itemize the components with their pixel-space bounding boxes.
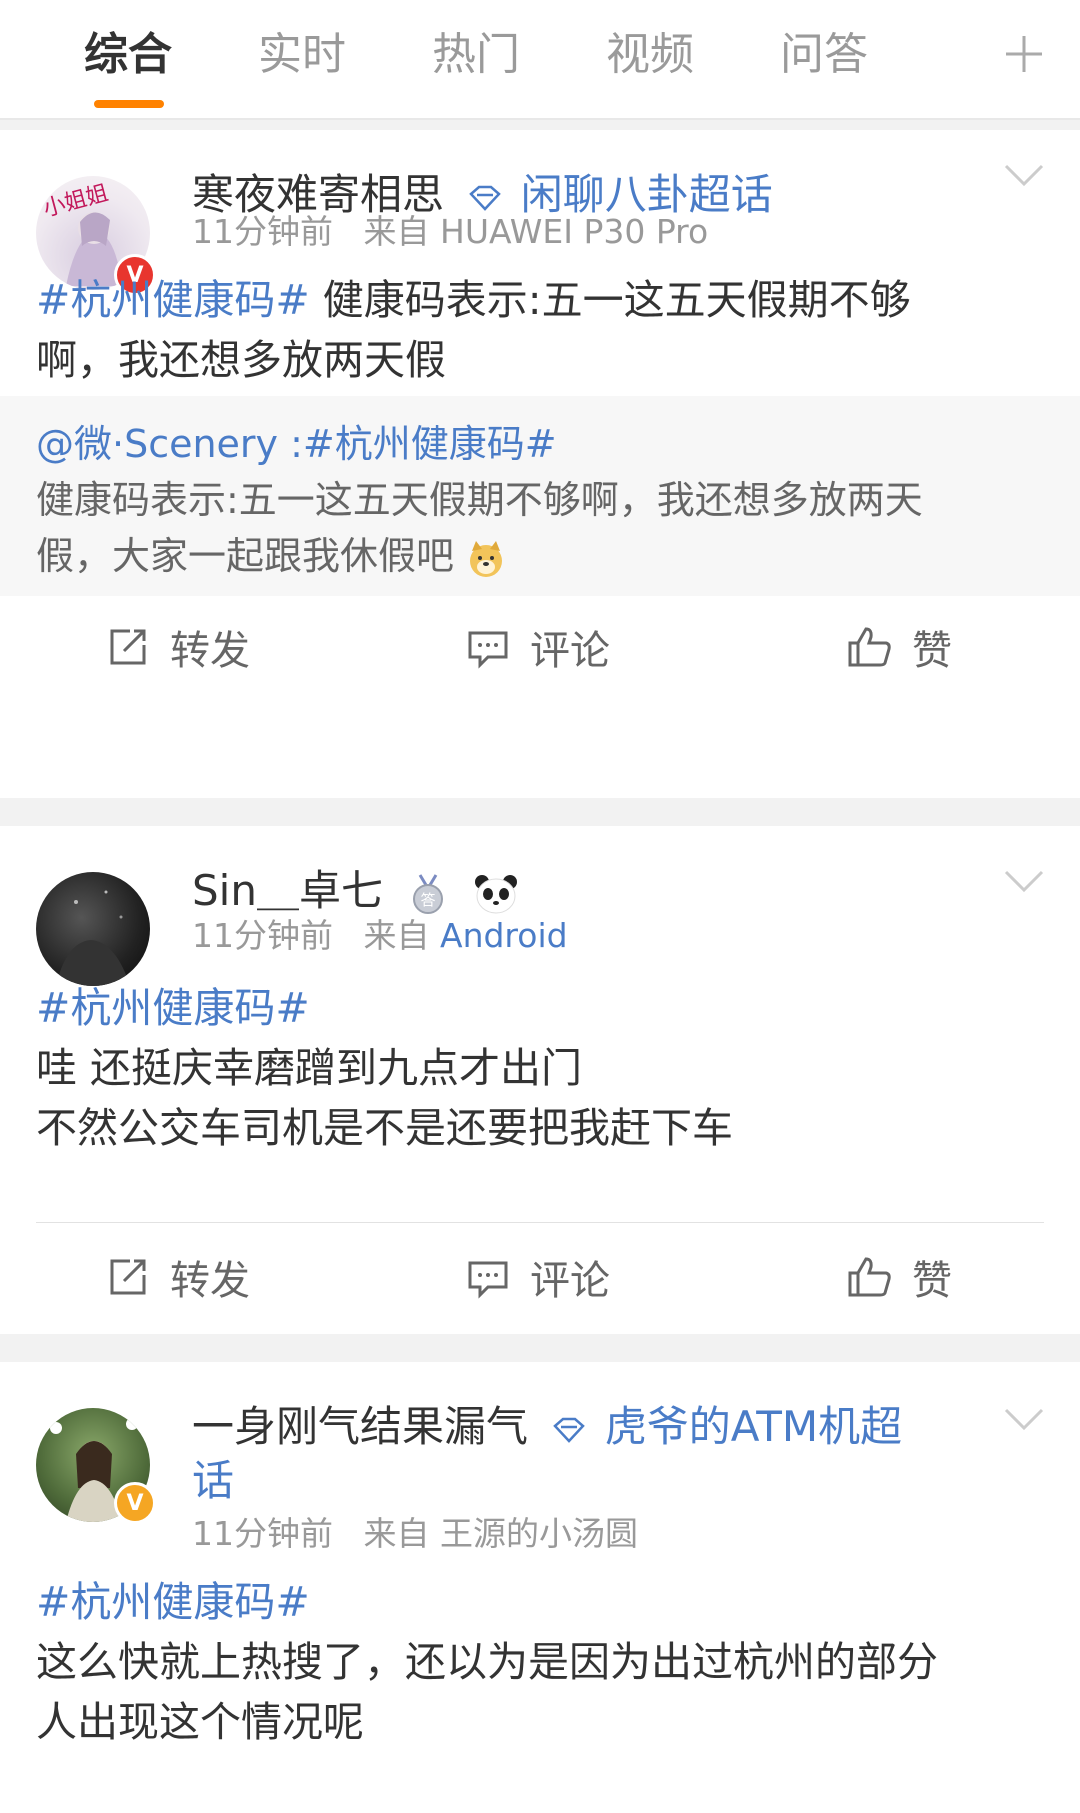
svg-text:答: 答 <box>421 891 436 909</box>
comment-icon <box>468 631 508 669</box>
answer-medal-icon: 答 <box>413 873 444 914</box>
chevron-down-icon[interactable] <box>1004 160 1044 190</box>
tab-comprehensive[interactable]: 综合 <box>84 28 172 82</box>
quote-text-line: 假，大家一起跟我休假吧 <box>36 534 455 578</box>
post-body: #杭州健康码# 这么快就上热搜了，还以为是因为出过杭州的部分 人出现这个情况呢 <box>36 1572 1046 1752</box>
hashtag-link[interactable]: #杭州健康码# <box>36 276 310 324</box>
hashtag-link[interactable]: #杭州健康码# <box>36 1572 1046 1632</box>
post-author-line: 一身刚气结果漏气 虎爷的ATM机超 话 <box>192 1400 972 1508</box>
comment-button[interactable]: 评论 <box>466 1252 610 1304</box>
chevron-down-icon[interactable] <box>1004 1404 1044 1434</box>
doge-emoji-icon <box>470 540 503 577</box>
comment-button[interactable]: 评论 <box>466 622 610 674</box>
thumbs-up-icon <box>848 627 891 667</box>
post-time: 11分钟前 <box>192 212 333 251</box>
post-time: 11分钟前 <box>192 916 333 955</box>
post-meta: 11分钟前 来自 HUAWEI P30 Pro <box>192 210 708 254</box>
repost-icon <box>110 1259 146 1295</box>
divider <box>36 1222 1044 1223</box>
tab-realtime[interactable]: 实时 <box>258 28 346 82</box>
like-label: 赞 <box>912 1258 952 1304</box>
post-meta: 11分钟前 来自 Android <box>192 914 568 958</box>
post-text-line: 不然公交车司机是不是还要把我赶下车 <box>36 1104 733 1152</box>
avatar[interactable] <box>36 872 150 986</box>
quoted-post[interactable]: @微·Scenery :#杭州健康码# 健康码表示:五一这五天假期不够啊，我还想… <box>0 396 1080 596</box>
post-text-line: 这么快就上热搜了，还以为是因为出过杭州的部分 <box>36 1638 938 1686</box>
post-card: 小姐姐 V 寒夜难寄相思 闲聊八卦超话 11分钟前 来自 HUAWEI P30 … <box>0 130 1080 798</box>
post-card: Sin＿卓七 答 11分钟前 来自 Android #杭州健康码# 哇 还挺庆幸… <box>0 826 1080 1334</box>
post-source: 王源的小汤圆 <box>440 1514 638 1553</box>
repost-button[interactable]: 转发 <box>106 1252 250 1304</box>
username[interactable]: 一身刚气结果漏气 <box>192 1402 528 1451</box>
comment-icon <box>468 1261 508 1299</box>
post-text-line: 健康码表示:五一这五天假期不够 <box>322 276 911 324</box>
tab-hot[interactable]: 热门 <box>432 28 520 82</box>
post-source: HUAWEI P30 Pro <box>440 212 709 251</box>
post-actions: 转发 评论 赞 <box>0 1226 1080 1326</box>
verified-badge: V <box>114 1482 156 1524</box>
quote-text-line: 健康码表示:五一这五天假期不够啊，我还想多放两天 <box>36 478 923 522</box>
chevron-down-icon[interactable] <box>1004 866 1044 896</box>
source-prefix: 来自 <box>363 916 430 955</box>
tab-video[interactable]: 视频 <box>606 28 694 82</box>
post-actions: 转发 评论 赞 <box>0 596 1080 696</box>
thumbs-up-icon <box>848 1257 891 1297</box>
active-tab-indicator <box>94 100 164 108</box>
repost-button[interactable]: 转发 <box>106 622 250 674</box>
like-button[interactable]: 赞 <box>846 1252 952 1304</box>
plus-icon[interactable] <box>1004 34 1044 74</box>
repost-icon <box>110 629 146 665</box>
supertopic-link-continued[interactable]: 话 <box>192 1454 972 1508</box>
post-source[interactable]: Android <box>440 916 568 955</box>
search-tab-bar: 综合 实时 热门 视频 问答 <box>0 0 1080 120</box>
source-prefix: 来自 <box>363 212 430 251</box>
comment-label: 评论 <box>530 628 610 674</box>
hashtag-link[interactable]: #杭州健康码# <box>36 978 1046 1038</box>
supertopic-diamond-icon <box>553 1417 586 1443</box>
username[interactable]: Sin＿卓七 <box>192 866 383 915</box>
repost-label: 转发 <box>170 1258 250 1304</box>
post-meta: 11分钟前 来自 王源的小汤圆 <box>192 1512 638 1556</box>
post-body: #杭州健康码# 健康码表示:五一这五天假期不够 啊，我还想多放两天假 <box>36 270 1046 390</box>
source-prefix: 来自 <box>363 1514 430 1553</box>
post-author-line: Sin＿卓七 答 <box>192 864 518 918</box>
comment-label: 评论 <box>530 1258 610 1304</box>
tab-qa[interactable]: 问答 <box>780 28 868 82</box>
post-text-line: 哇 还挺庆幸磨蹭到九点才出门 <box>36 1044 583 1092</box>
supertopic-diamond-icon <box>469 185 502 211</box>
like-button[interactable]: 赞 <box>846 622 952 674</box>
supertopic-link[interactable]: 虎爷的ATM机超 <box>605 1402 902 1451</box>
quote-mention[interactable]: @微·Scenery :#杭州健康码# <box>36 416 1046 472</box>
repost-label: 转发 <box>170 628 250 674</box>
panda-icon <box>474 874 517 913</box>
post-text-line: 啊，我还想多放两天假 <box>36 336 446 384</box>
post-time: 11分钟前 <box>192 1514 333 1553</box>
post-card: V 一身刚气结果漏气 虎爷的ATM机超 话 11分钟前 来自 王源的小汤圆 #杭… <box>0 1362 1080 1813</box>
post-body: #杭州健康码# 哇 还挺庆幸磨蹭到九点才出门 不然公交车司机是不是还要把我赶下车 <box>36 978 1046 1158</box>
post-text-line: 人出现这个情况呢 <box>36 1698 364 1746</box>
like-label: 赞 <box>912 628 952 674</box>
